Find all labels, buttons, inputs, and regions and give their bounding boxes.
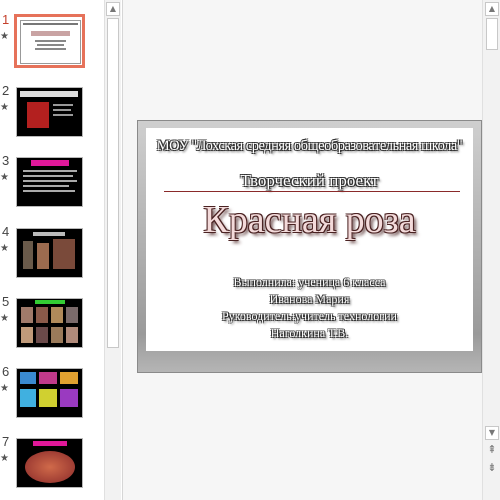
scroll-down-button[interactable]: ▼ (485, 426, 499, 440)
author-line[interactable]: Наголкина Т.В. (146, 326, 473, 341)
slide-thumbnail-7[interactable] (16, 438, 83, 488)
slide-thumbnail-3[interactable] (16, 157, 83, 207)
slide-title[interactable]: Красная роза (146, 198, 473, 242)
scroll-up-button[interactable]: ▲ (485, 2, 499, 16)
scrollbar-thumb[interactable] (486, 18, 498, 50)
thumbnail-row-2[interactable]: 2 ★ (0, 83, 104, 145)
slide-thumbnail-5[interactable] (16, 298, 83, 348)
title-divider (164, 191, 460, 192)
author-line[interactable]: Иванова Мария (146, 292, 473, 307)
next-slide-icon[interactable]: ⇟ (485, 462, 499, 476)
thumbnail-row-7[interactable]: 7 ★ (0, 434, 104, 496)
slide-thumbnail-1[interactable] (14, 14, 85, 68)
slide-number: 7 (2, 434, 10, 449)
thumbnail-row-1[interactable]: 1 ★ (0, 12, 104, 74)
slide-number: 3 (2, 153, 10, 168)
animation-star-icon: ★ (0, 383, 9, 394)
slide-number: 6 (2, 364, 10, 379)
slide-canvas[interactable]: МОУ "Лохская средняя общеобразовательная… (137, 120, 482, 373)
project-label-text[interactable]: Творческий проект (146, 171, 473, 191)
editor-scrollbar[interactable]: ▲ ▼ ⇞ ⇟ (482, 0, 500, 500)
thumbnail-row-6[interactable]: 6 ★ (0, 364, 104, 426)
thumbnail-row-5[interactable]: 5 ★ (0, 294, 104, 356)
slide-number: 5 (2, 294, 10, 309)
animation-star-icon: ★ (0, 243, 9, 254)
slide-number: 2 (2, 83, 10, 98)
slide-thumbnail-4[interactable] (16, 228, 83, 278)
thumbnail-row-4[interactable]: 4 ★ (0, 224, 104, 286)
slide-thumbnail-2[interactable] (16, 87, 83, 137)
author-line[interactable]: Руководитель:учитель технологии (146, 309, 473, 324)
author-line[interactable]: Выполнила: ученица 6 класса (146, 275, 473, 290)
animation-star-icon: ★ (0, 102, 9, 113)
scrollbar-thumb[interactable] (107, 18, 119, 348)
slide-thumbnail-pane: 1 ★ 2 ★ 3 ★ 4 ★ 5 ★ 6 ★ 7 ★ (0, 0, 104, 500)
slide-number: 1 (2, 12, 10, 27)
scroll-up-button[interactable]: ▲ (106, 2, 120, 16)
school-name-text[interactable]: МОУ "Лохская средняя общеобразовательная… (146, 138, 473, 155)
slide-number: 4 (2, 224, 10, 239)
animation-star-icon: ★ (0, 172, 9, 183)
thumbnail-scrollbar[interactable]: ▲ (104, 0, 121, 500)
animation-star-icon: ★ (0, 453, 9, 464)
thumbnail-row-3[interactable]: 3 ★ (0, 153, 104, 215)
slide-thumbnail-6[interactable] (16, 368, 83, 418)
previous-slide-icon[interactable]: ⇞ (485, 444, 499, 458)
slide-content: МОУ "Лохская средняя общеобразовательная… (146, 128, 473, 351)
animation-star-icon: ★ (0, 313, 9, 324)
animation-star-icon: ★ (0, 31, 9, 42)
